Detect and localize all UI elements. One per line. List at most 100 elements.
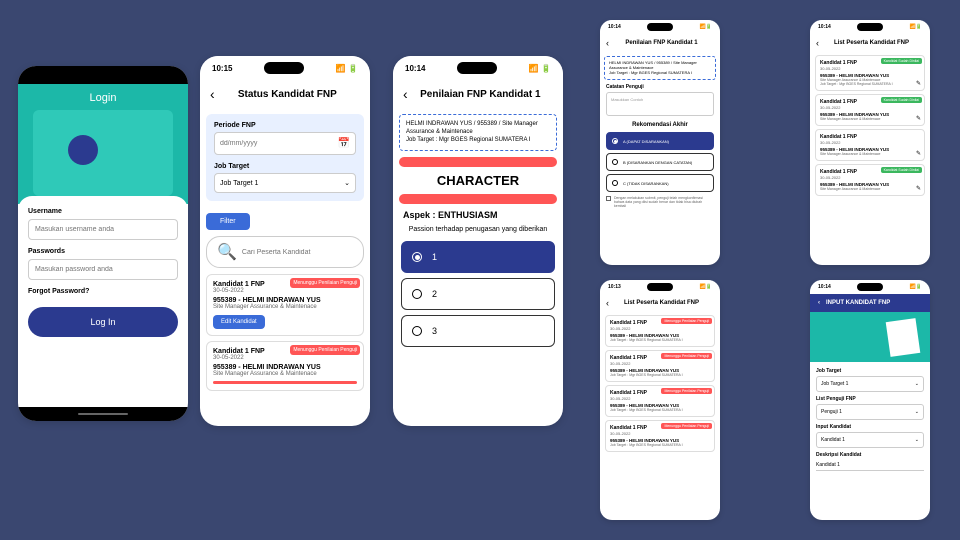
list-item[interactable]: Kandidat Sudah Dinilai Kandidat 1 FNP 30… — [815, 164, 925, 196]
deskripsi-label: Deskripsi Kandidat — [816, 452, 924, 458]
list-item[interactable]: Kandidat 1 FNP 30-05-2022 955389 - HELMI… — [815, 129, 925, 161]
edit-icon[interactable]: ✎ — [916, 80, 921, 87]
kandidat-card[interactable]: Menunggu Penilaian Penguji Kandidat 1 FN… — [206, 341, 364, 391]
rating-option-3[interactable]: 3 — [401, 315, 555, 347]
search-input[interactable] — [242, 249, 353, 256]
status-badge: Kandidat Sudah Dinilai — [881, 167, 922, 173]
edit-icon[interactable]: ✎ — [916, 150, 921, 157]
notch — [647, 283, 673, 291]
status-bar: 10:13 📶🔋 — [600, 280, 720, 294]
edit-icon[interactable]: ✎ — [916, 115, 921, 122]
deskripsi-value[interactable]: Kandidat 1 — [816, 460, 924, 471]
jobtarget-label: Job Target — [214, 163, 356, 170]
clock: 10:14 — [405, 64, 425, 73]
checkbox-icon[interactable] — [606, 196, 611, 201]
signal-icons: 📶🔋 — [700, 24, 712, 30]
clock: 10:14 — [818, 24, 831, 30]
kandidat-sub: 955389 - HELMI INDRAWAN YUS — [213, 297, 357, 304]
signal-icons: 📶🔋 — [700, 284, 712, 290]
screen-header: ‹ List Peserta Kandidat FNP — [600, 294, 720, 312]
radio-icon — [412, 252, 422, 262]
page-title: Status Kandidat FNP — [215, 89, 360, 100]
back-icon[interactable]: ‹ — [818, 300, 820, 306]
forgot-password-link[interactable]: Forgot Password? — [28, 288, 178, 295]
list-item[interactable]: Menunggu Penilaian Penguji Kandidat 1 FN… — [605, 350, 715, 382]
rek-option-b[interactable]: B (DISARANKAN DENGAN CATATAN) — [606, 153, 714, 171]
radio-icon — [412, 289, 422, 299]
confirm-note: Dengan melakukan submit, penguji telah m… — [606, 196, 714, 208]
status-badge: Menunggu Penilaian Penguji — [661, 318, 712, 324]
date-field[interactable] — [220, 140, 338, 147]
rek-option-a[interactable]: A (DAPAT DISARANKAN) — [606, 132, 714, 150]
notch — [857, 283, 883, 291]
edit-button[interactable]: Edit Kandidat — [213, 315, 265, 329]
page-title: Penilaian FNP Kandidat 1 — [609, 40, 714, 46]
penilaian-screen: 10:14 📶 🔋 ‹ Penilaian FNP Kandidat 1 HEL… — [393, 56, 563, 426]
notch — [264, 62, 304, 74]
search-icon: 🔍 — [217, 242, 237, 262]
login-form: Username Passwords Forgot Password? Log … — [18, 196, 188, 349]
notch — [647, 23, 673, 31]
username-input[interactable] — [28, 219, 178, 240]
status-badge: Menunggu Penilaian Penguji — [661, 388, 712, 394]
input-form: Job Target Job Target 1 ⌄ List Penguji F… — [810, 356, 930, 479]
aspek-desc: Passion terhadap penugasan yang diberika… — [403, 226, 553, 233]
search-box[interactable]: 🔍 — [206, 236, 364, 268]
kandidat-date: 30-05-2022 — [213, 355, 357, 361]
page-title: List Peserta Kandidat FNP — [609, 300, 714, 306]
signal-icons: 📶🔋 — [910, 284, 922, 290]
list-item[interactable]: Menunggu Penilaian Penguji Kandidat 1 FN… — [605, 420, 715, 452]
password-input[interactable] — [28, 259, 178, 280]
jobtarget-select[interactable]: Job Target 1 ⌄ — [816, 376, 924, 392]
info-line1: HELMI INDRAWAN YUS / 955389 / Site Manag… — [406, 121, 550, 137]
page-title: Penilaian FNP Kandidat 1 — [408, 89, 553, 100]
kandidat-card[interactable]: Menunggu Penilaian Penguji Kandidat 1 FN… — [206, 274, 364, 336]
kandidat-sub: 955389 - HELMI INDRAWAN YUS — [213, 364, 357, 371]
calendar-icon[interactable]: 📅 — [338, 138, 350, 149]
status-bar: 10:14 📶🔋 — [600, 20, 720, 34]
rating-option-2[interactable]: 2 — [401, 278, 555, 310]
edit-icon[interactable]: ✎ — [916, 185, 921, 192]
radio-icon — [612, 138, 618, 144]
info-line2: Job Target : Mgr BGES Regional SUMATERA … — [406, 137, 550, 145]
password-label: Passwords — [28, 248, 178, 255]
login-button[interactable]: Log In — [28, 307, 178, 337]
radio-icon — [612, 159, 618, 165]
screen-header: ‹ List Peserta Kandidat FNP — [810, 34, 930, 52]
clock: 10:14 — [608, 24, 621, 30]
rekomendasi-screen: 10:14 📶🔋 ‹ Penilaian FNP Kandidat 1 HELM… — [600, 20, 720, 265]
rating-value: 1 — [432, 252, 437, 262]
top-blackbar — [18, 66, 188, 84]
list-item[interactable]: Menunggu Penilaian Penguji Kandidat 1 FN… — [605, 315, 715, 347]
filter-panel: Periode FNP 📅 Job Target Job Target 1 ⌄ — [206, 114, 364, 201]
kandidat-select[interactable]: Kandidat 1 ⌄ — [816, 432, 924, 448]
catatan-label: Catatan Penguji — [606, 84, 714, 90]
periode-input[interactable]: 📅 — [214, 132, 356, 155]
status-bar: 10:15 📶 🔋 — [200, 56, 370, 80]
jobtarget-value: Job Target 1 — [220, 180, 258, 187]
signal-icons: 📶 🔋 — [529, 64, 551, 73]
catatan-textarea[interactable]: Masukkan Contoh — [606, 92, 714, 116]
status-badge: Menunggu Penilaian Penguji — [290, 345, 360, 355]
list-item[interactable]: Kandidat Sudah Dinilai Kandidat 1 FNP 30… — [815, 94, 925, 126]
username-label: Username — [28, 208, 178, 215]
rating-value: 2 — [432, 289, 437, 299]
screen-header: ‹ Status Kandidat FNP — [200, 80, 370, 108]
screen-header: ‹ INPUT KANDIDAT FNP — [810, 294, 930, 312]
filter-button[interactable]: Filter — [206, 213, 250, 230]
progress-indicator — [399, 157, 557, 167]
screen-header: ‹ Penilaian FNP Kandidat 1 — [600, 34, 720, 52]
list-item[interactable]: Kandidat Sudah Dinilai Kandidat 1 FNP 30… — [815, 55, 925, 91]
jobtarget-select[interactable]: Job Target 1 ⌄ — [214, 173, 356, 193]
rekomendasi-title: Rekomendasi Akhir — [600, 122, 720, 128]
rating-option-1[interactable]: 1 — [401, 241, 555, 273]
status-badge: Menunggu Penilaian Penguji — [290, 278, 360, 288]
signal-icons: 📶🔋 — [910, 24, 922, 30]
page-title: List Peserta Kandidat FNP — [819, 40, 924, 46]
list-item[interactable]: Menunggu Penilaian Penguji Kandidat 1 FN… — [605, 385, 715, 417]
rek-option-c[interactable]: C (TIDAK DISARANKAN) — [606, 174, 714, 192]
status-badge: Kandidat Sudah Dinilai — [881, 97, 922, 103]
screen-header: ‹ Penilaian FNP Kandidat 1 — [393, 80, 563, 108]
penguji-select[interactable]: Penguji 1 ⌄ — [816, 404, 924, 420]
status-bar: 10:14 📶 🔋 — [393, 56, 563, 80]
